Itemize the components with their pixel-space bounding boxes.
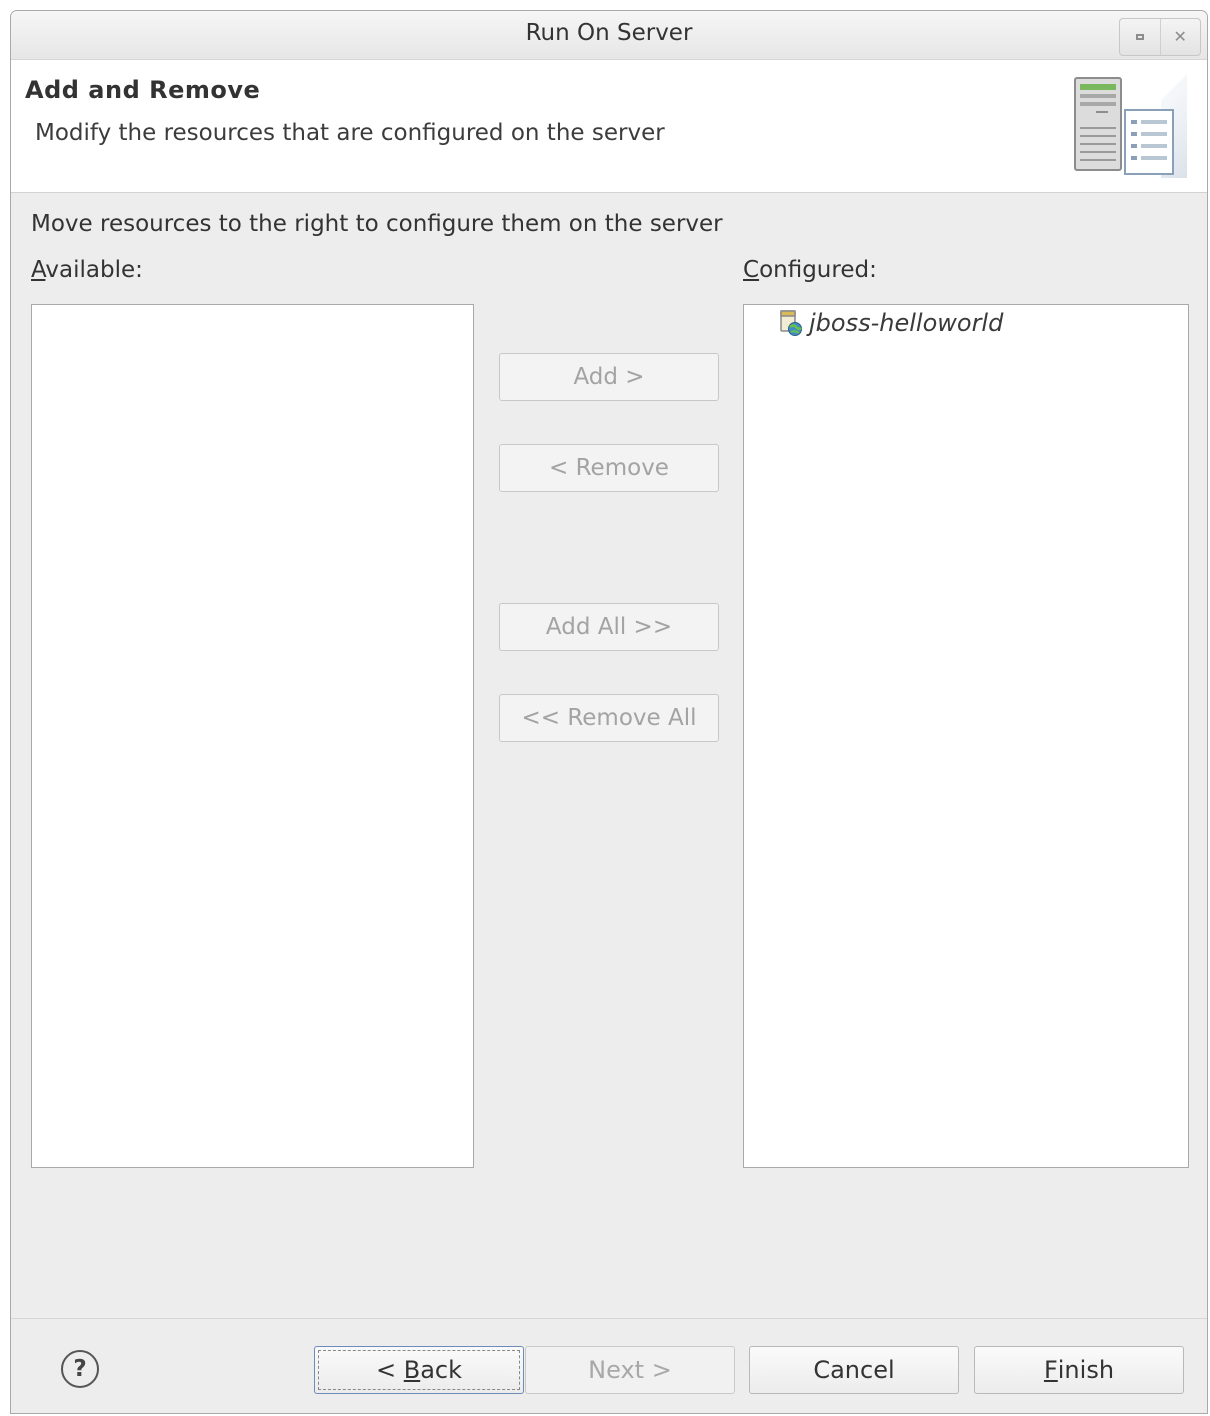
configured-label-text: onfigured: — [759, 257, 877, 283]
help-icon: ? — [73, 1356, 87, 1382]
run-on-server-dialog: Run On Server ✕ Add and Remove Modify th… — [10, 10, 1208, 1414]
configured-list[interactable]: jboss-helloworld — [743, 304, 1189, 1168]
add-all-button[interactable]: Add All >> — [499, 603, 719, 651]
window-title: Run On Server — [525, 20, 693, 46]
web-project-icon — [780, 310, 802, 336]
remove-all-button[interactable]: << Remove All — [499, 694, 719, 742]
title-bar[interactable]: Run On Server ✕ — [11, 11, 1207, 60]
finish-button[interactable]: Finish — [974, 1346, 1184, 1394]
configured-label-mnemonic: C — [743, 257, 760, 283]
list-item[interactable]: jboss-helloworld — [778, 309, 1003, 337]
wizard-banner: Add and Remove Modify the resources that… — [11, 60, 1207, 193]
back-prefix: < — [375, 1356, 404, 1384]
instruction-text: Move resources to the right to configure… — [31, 211, 723, 237]
back-button[interactable]: < Back — [314, 1346, 524, 1394]
page-title: Add and Remove — [25, 76, 261, 104]
window-controls: ✕ — [1119, 18, 1201, 56]
available-label: Available: — [31, 257, 143, 283]
remove-button[interactable]: < Remove — [499, 444, 719, 492]
back-text: ack — [420, 1356, 463, 1384]
back-mnemonic: B — [403, 1356, 421, 1384]
finish-text: inish — [1057, 1356, 1115, 1384]
available-label-text: vailable: — [45, 257, 143, 283]
list-item-label: jboss-helloworld — [809, 309, 1004, 337]
next-button[interactable]: Next > — [525, 1346, 735, 1394]
available-list[interactable] — [31, 304, 474, 1168]
close-button[interactable]: ✕ — [1159, 19, 1201, 55]
help-button[interactable]: ? — [61, 1350, 99, 1388]
cancel-button[interactable]: Cancel — [749, 1346, 959, 1394]
footer-divider — [11, 1318, 1207, 1319]
add-button[interactable]: Add > — [499, 353, 719, 401]
page-description: Modify the resources that are configured… — [35, 120, 665, 146]
maximize-icon — [1135, 34, 1144, 40]
configured-label: Configured: — [743, 257, 877, 283]
maximize-button[interactable] — [1120, 19, 1160, 55]
close-icon: ✕ — [1173, 27, 1187, 46]
available-label-mnemonic: A — [31, 257, 46, 283]
server-wizard-icon — [1074, 74, 1187, 178]
finish-mnemonic: F — [1043, 1356, 1058, 1384]
